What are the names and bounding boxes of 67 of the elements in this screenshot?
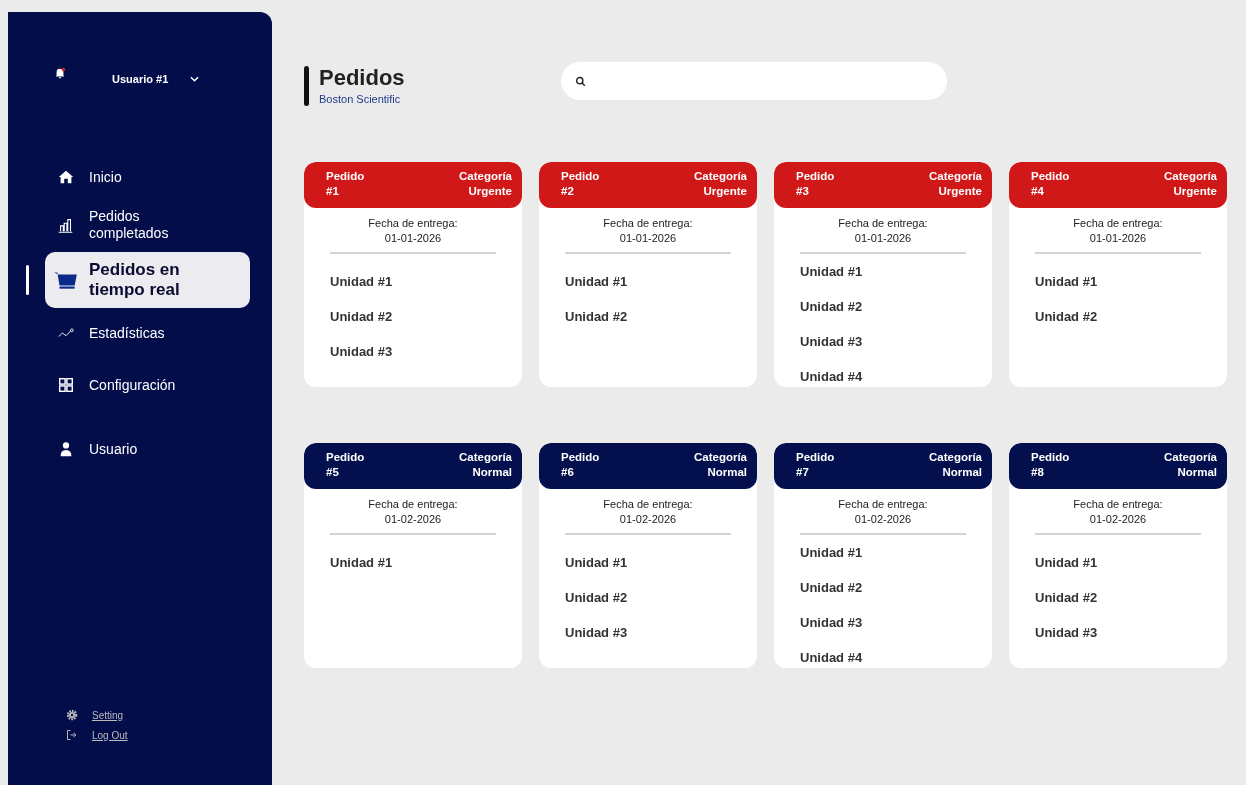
- unit-item[interactable]: Unidad #3: [565, 614, 757, 650]
- order-category: Categoría Normal: [1163, 450, 1217, 480]
- unit-item[interactable]: Unidad #1: [800, 253, 992, 289]
- unit-item[interactable]: Unidad #2: [1035, 298, 1227, 334]
- delivery-date: Fecha de entrega: 01-02-2026: [602, 497, 694, 527]
- footer-link[interactable]: Setting: [92, 709, 124, 721]
- order-number: Pedido #8: [1031, 450, 1070, 480]
- grid-icon: [57, 376, 75, 395]
- unit-item[interactable]: Unidad #2: [800, 288, 992, 324]
- order-number: Pedido #1: [326, 169, 365, 199]
- delivery-date: Fecha de entrega: 01-01-2026: [1072, 216, 1164, 246]
- unit-item[interactable]: Unidad #3: [800, 604, 992, 640]
- delivery-date: Fecha de entrega: 01-01-2026: [837, 216, 929, 246]
- order-number: Pedido #3: [796, 169, 835, 199]
- active-marker: [26, 264, 29, 295]
- delivery-date: Fecha de entrega: 01-01-2026: [602, 216, 694, 246]
- search-field[interactable]: [560, 62, 947, 100]
- logout-icon: [66, 729, 78, 741]
- order-category: Categoría Urgente: [458, 169, 512, 199]
- nav-item[interactable]: Inicio: [45, 156, 250, 198]
- bell-icon[interactable]: [54, 67, 66, 79]
- unit-item[interactable]: Unidad #2: [330, 298, 522, 334]
- delivery-date: Fecha de entrega: 01-02-2026: [1072, 497, 1164, 527]
- order-category: Categoría Urgente: [928, 169, 982, 199]
- unit-item[interactable]: Unidad #3: [800, 323, 992, 359]
- unit-item[interactable]: Unidad #1: [1035, 544, 1227, 580]
- settings-icon: [66, 709, 78, 721]
- search-icon: [574, 75, 586, 87]
- order-number: Pedido #7: [796, 450, 835, 480]
- title-bar: [304, 66, 309, 106]
- order-category: Categoría Normal: [458, 450, 512, 480]
- unit-item[interactable]: Unidad #3: [1035, 614, 1227, 650]
- order-number: Pedido #2: [561, 169, 600, 199]
- chevron-down-icon: [190, 76, 200, 82]
- unit-item[interactable]: Unidad #2: [800, 569, 992, 605]
- unit-item[interactable]: Unidad #2: [1035, 579, 1227, 615]
- user-menu[interactable]: Usuario #1: [112, 73, 200, 85]
- order-number: Pedido #4: [1031, 169, 1070, 199]
- unit-item[interactable]: Unidad #2: [565, 579, 757, 615]
- order-number: Pedido #6: [561, 450, 600, 480]
- order-category: Categoría Urgente: [1163, 169, 1217, 199]
- unit-item[interactable]: Unidad #2: [565, 298, 757, 334]
- unit-item[interactable]: Unidad #4: [800, 358, 992, 387]
- order-category: Categoría Normal: [693, 450, 747, 480]
- delivery-date: Fecha de entrega: 01-02-2026: [367, 497, 459, 527]
- unit-item[interactable]: Unidad #4: [800, 639, 992, 668]
- footer-link[interactable]: Log Out: [92, 729, 128, 741]
- nav-item[interactable]: Usuario: [45, 428, 250, 471]
- unit-item[interactable]: Unidad #1: [1035, 263, 1227, 299]
- unit-item[interactable]: Unidad #1: [565, 263, 757, 299]
- order-category: Categoría Normal: [928, 450, 982, 480]
- unit-item[interactable]: Unidad #3: [330, 333, 522, 369]
- unit-item[interactable]: Unidad #1: [800, 534, 992, 570]
- unit-item[interactable]: Unidad #1: [330, 544, 522, 580]
- unit-item[interactable]: Unidad #1: [330, 263, 522, 299]
- unit-item[interactable]: Unidad #1: [565, 544, 757, 580]
- page-title: Pedidos: [319, 65, 405, 91]
- delivery-date: Fecha de entrega: 01-02-2026: [837, 497, 929, 527]
- page-subtitle: Boston Scientific: [319, 93, 402, 105]
- home-icon: [57, 168, 75, 186]
- nav-item[interactable]: Pedidos completados: [45, 202, 250, 248]
- delivery-date: Fecha de entrega: 01-01-2026: [367, 216, 459, 246]
- order-number: Pedido #5: [326, 450, 365, 480]
- nav-item[interactable]: Configuración: [45, 364, 250, 407]
- nav-item[interactable]: Pedidos en tiempo real: [45, 251, 250, 309]
- nav-item[interactable]: Estadísticas: [45, 312, 250, 355]
- order-category: Categoría Urgente: [693, 169, 747, 199]
